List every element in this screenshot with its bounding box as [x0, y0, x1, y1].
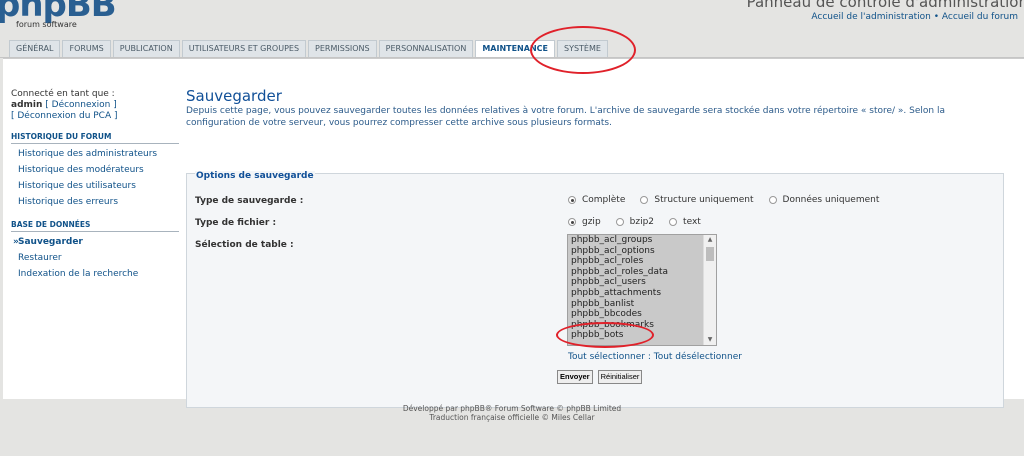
sidebar-item-search-index[interactable]: Indexation de la recherche [11, 266, 179, 282]
list-item[interactable]: phpbb_bookmarks [568, 320, 716, 331]
deselect-all-link[interactable]: Tout désélectionner [654, 352, 742, 362]
listbox-scrollbar[interactable]: ▲ ▼ [703, 235, 716, 345]
radio-label: bzip2 [629, 217, 655, 227]
sidebar-item-mod-log[interactable]: Historique des modérateurs [11, 162, 179, 178]
tab-general[interactable]: Général [9, 40, 61, 57]
select-all-link[interactable]: Tout sélectionner [568, 352, 645, 362]
backup-options-fieldset: Options de sauvegarde Type de sauvegarde… [186, 171, 1004, 408]
tab-forums[interactable]: Forums [62, 40, 111, 57]
main-tabs: Général Forums Publication Utilisateurs … [9, 40, 610, 58]
logo-text: phpBB [0, 0, 117, 25]
radio-label: Données uniquement [782, 195, 880, 205]
list-item[interactable]: phpbb_attachments [568, 288, 716, 299]
file-type-label: Type de fichier : [195, 218, 277, 228]
sidebar-item-backup[interactable]: Sauvegarder [11, 234, 179, 250]
list-item[interactable]: phpbb_acl_roles_data [568, 267, 716, 278]
form-buttons: Envoyer Réinitialiser [557, 370, 647, 384]
tab-maintenance[interactable]: Maintenance [475, 40, 555, 58]
sidebar-item-restore[interactable]: Restaurer [11, 250, 179, 266]
sidebar-section-forum-logs: Historique du forum [11, 132, 179, 144]
reset-button[interactable]: Réinitialiser [597, 370, 643, 384]
tab-publication[interactable]: Publication [112, 40, 180, 57]
radio-text[interactable]: text [669, 217, 701, 227]
radio-label: gzip [582, 217, 601, 227]
scroll-up-icon[interactable]: ▲ [704, 235, 716, 245]
radio-label: Complète [582, 195, 626, 205]
sidebar: Connecté en tant que : admin [ Déconnexi… [11, 89, 179, 282]
tab-permissions[interactable]: Permissions [308, 40, 377, 57]
radio-gzip[interactable]: gzip [568, 217, 601, 227]
radio-label: text [683, 217, 701, 227]
file-type-radios: gzip bzip2 text [568, 217, 716, 227]
content-panel: Connecté en tant que : admin [ Déconnexi… [3, 58, 1024, 408]
link-separator: : [644, 352, 654, 362]
radio-button[interactable] [669, 218, 678, 226]
radio-button[interactable] [640, 196, 649, 204]
footer: Développé par phpBB® Forum Software © ph… [0, 404, 1024, 422]
backup-type-radios: Complète Structure uniquement Données un… [568, 195, 894, 205]
sidebar-item-admin-log[interactable]: Historique des administrateurs [11, 146, 179, 162]
logout-acp-link[interactable]: [ Déconnexion du PCA ] [11, 111, 179, 122]
radio-button[interactable] [768, 196, 777, 204]
acp-title: Panneau de contrôle d'administration [746, 0, 1024, 11]
tab-customisation[interactable]: Personnalisation [378, 40, 474, 57]
sidebar-item-user-log[interactable]: Historique des utilisateurs [11, 178, 179, 194]
phpbb-logo[interactable]: phpBB forum software [0, 0, 117, 29]
fieldset-legend: Options de sauvegarde [195, 171, 315, 181]
submit-button[interactable]: Envoyer [557, 370, 593, 384]
header-links[interactable]: Accueil de l'administration • Accueil du… [811, 12, 1018, 22]
radio-button[interactable] [615, 218, 624, 226]
backup-type-label: Type de sauvegarde : [195, 196, 304, 206]
table-selection-label: Sélection de table : [195, 240, 294, 250]
list-item[interactable]: phpbb_bbcodes [568, 309, 716, 320]
radio-bzip2[interactable]: bzip2 [615, 217, 655, 227]
sidebar-item-error-log[interactable]: Historique des erreurs [11, 194, 179, 210]
tab-system[interactable]: Système [556, 40, 608, 57]
select-links: Tout sélectionner : Tout désélectionner [568, 352, 742, 362]
footer-translation: Traduction française officielle © Miles … [429, 413, 595, 422]
list-item[interactable]: phpbb_acl_options [568, 246, 716, 257]
list-item[interactable]: phpbb_acl_users [568, 277, 716, 288]
radio-structure-only[interactable]: Structure uniquement [640, 195, 754, 205]
main-content: Sauvegarder Depuis cette page, vous pouv… [184, 87, 1024, 408]
scroll-down-icon[interactable]: ▼ [704, 335, 716, 345]
tab-users-groups[interactable]: Utilisateurs et groupes [181, 40, 307, 57]
scrollbar-thumb[interactable] [706, 247, 714, 261]
list-item[interactable]: phpbb_bots [568, 330, 716, 341]
login-info: Connecté en tant que : admin [ Déconnexi… [11, 89, 179, 122]
radio-button[interactable] [568, 218, 576, 226]
table-select-listbox[interactable]: phpbb_acl_groups phpbb_acl_options phpbb… [567, 234, 717, 346]
page-description: Depuis cette page, vous pouvez sauvegard… [186, 106, 945, 128]
connected-as-label: Connecté en tant que : [11, 89, 115, 99]
radio-data-only[interactable]: Données uniquement [768, 195, 880, 205]
list-item[interactable]: phpbb_banlist [568, 299, 716, 310]
logo-subtitle: forum software [16, 20, 77, 29]
list-item[interactable]: phpbb_acl_groups [568, 235, 716, 246]
username: admin [11, 100, 43, 110]
logout-link[interactable]: [ Déconnexion ] [45, 100, 117, 110]
radio-full[interactable]: Complète [568, 195, 625, 205]
radio-label: Structure uniquement [654, 195, 754, 205]
list-item[interactable]: phpbb_acl_roles [568, 256, 716, 267]
page-title: Sauvegarder [186, 87, 282, 105]
radio-button[interactable] [568, 196, 576, 204]
sidebar-section-database: Base de données [11, 220, 179, 232]
footer-credits: Développé par phpBB® Forum Software © ph… [402, 404, 622, 413]
